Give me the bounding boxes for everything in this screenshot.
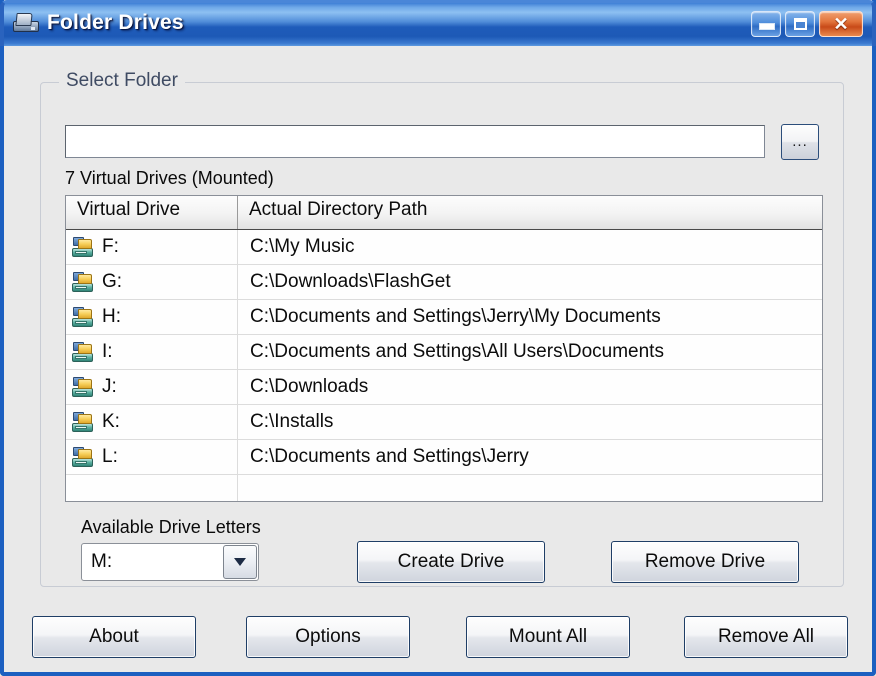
about-button[interactable]: About bbox=[32, 616, 196, 658]
options-button[interactable]: Options bbox=[246, 616, 410, 658]
virtual-drive-count-label: 7 Virtual Drives (Mounted) bbox=[65, 168, 274, 188]
create-drive-button[interactable]: Create Drive bbox=[357, 541, 545, 583]
browse-folder-button[interactable]: ... bbox=[781, 124, 819, 160]
virtual-drives-list[interactable]: Virtual Drive Actual Directory Path F: C:… bbox=[65, 195, 823, 502]
drive-letter-text: I: bbox=[102, 341, 113, 362]
folder-drive-icon bbox=[72, 236, 94, 258]
drive-letter-text: G: bbox=[102, 271, 123, 292]
available-drive-letters-label: Available Drive Letters bbox=[81, 517, 261, 537]
title-bar[interactable]: Folder Drives ✕ bbox=[0, 0, 876, 46]
chevron-down-icon[interactable] bbox=[223, 545, 257, 579]
cell-actual-path: C:\Downloads\FlashGet bbox=[250, 271, 451, 292]
close-icon: ✕ bbox=[833, 14, 849, 34]
mount-all-button[interactable]: Mount All bbox=[466, 616, 630, 658]
folder-drives-window: Folder Drives ✕ Select Folder ... 7 Virt… bbox=[0, 0, 876, 676]
maximize-icon bbox=[794, 18, 807, 30]
cell-virtual-drive: F: bbox=[66, 230, 238, 264]
window-controls: ✕ bbox=[751, 11, 863, 37]
minimize-button[interactable] bbox=[751, 11, 781, 37]
folder-drive-icon bbox=[72, 446, 94, 468]
cell-virtual-drive: K: bbox=[66, 405, 238, 439]
folder-drive-icon bbox=[72, 411, 94, 433]
cell-actual-path: C:\My Music bbox=[250, 236, 355, 257]
column-header-virtual-drive[interactable]: Virtual Drive bbox=[66, 196, 238, 229]
list-body: F: C:\My Music G: C:\Downloads\FlashGet H: C:… bbox=[66, 230, 822, 501]
client-area: Select Folder ... 7 Virtual Drives (Moun… bbox=[4, 46, 872, 672]
folder-drive-icon bbox=[72, 271, 94, 293]
cell-virtual-drive: L: bbox=[66, 440, 238, 474]
select-folder-group: Select Folder ... 7 Virtual Drives (Moun… bbox=[40, 70, 844, 587]
cell-virtual-drive: I: bbox=[66, 335, 238, 369]
table-row[interactable]: K: C:\Installs bbox=[66, 405, 822, 440]
maximize-button[interactable] bbox=[785, 11, 815, 37]
table-row[interactable]: H: C:\Documents and Settings\Jerry\My Doc… bbox=[66, 300, 822, 335]
drive-letter-text: J: bbox=[102, 376, 117, 397]
title-bar-left: Folder Drives bbox=[12, 3, 184, 43]
select-folder-label: Select Folder bbox=[59, 70, 185, 92]
cell-virtual-drive: J: bbox=[66, 370, 238, 404]
folder-drive-icon bbox=[12, 12, 39, 34]
close-button[interactable]: ✕ bbox=[819, 11, 863, 37]
column-header-actual-path[interactable]: Actual Directory Path bbox=[238, 196, 822, 229]
cell-virtual-drive: H: bbox=[66, 300, 238, 334]
drive-letter-text: K: bbox=[102, 411, 120, 432]
table-row[interactable]: F: C:\My Music bbox=[66, 230, 822, 265]
folder-drive-icon bbox=[72, 341, 94, 363]
list-header-row: Virtual Drive Actual Directory Path bbox=[66, 196, 822, 230]
cell-actual-path: C:\Documents and Settings\All Users\Docu… bbox=[250, 341, 664, 362]
drive-letter-select[interactable]: M: bbox=[81, 543, 259, 581]
cell-actual-path: C:\Documents and Settings\Jerry\My Docum… bbox=[250, 306, 661, 327]
table-row[interactable]: L: C:\Documents and Settings\Jerry bbox=[66, 440, 822, 475]
cell-actual-path: C:\Installs bbox=[250, 411, 334, 432]
cell-actual-path: C:\Documents and Settings\Jerry bbox=[250, 446, 529, 467]
table-row[interactable]: J: C:\Downloads bbox=[66, 370, 822, 405]
folder-path-input[interactable] bbox=[65, 125, 765, 158]
remove-drive-button[interactable]: Remove Drive bbox=[611, 541, 799, 583]
table-row[interactable]: G: C:\Downloads\FlashGet bbox=[66, 265, 822, 300]
cell-actual-path: C:\Downloads bbox=[250, 376, 369, 397]
drive-letter-text: H: bbox=[102, 306, 121, 327]
drive-letter-text: F: bbox=[102, 236, 119, 257]
folder-drive-icon bbox=[72, 376, 94, 398]
drive-letter-text: L: bbox=[102, 446, 118, 467]
minimize-icon bbox=[759, 23, 775, 30]
folder-drive-icon bbox=[72, 306, 94, 328]
remove-all-button[interactable]: Remove All bbox=[684, 616, 848, 658]
drive-letter-value: M: bbox=[91, 551, 113, 572]
cell-virtual-drive: G: bbox=[66, 265, 238, 299]
table-row[interactable]: I: C:\Documents and Settings\All Users\Do… bbox=[66, 335, 822, 370]
table-row-empty bbox=[66, 475, 822, 501]
window-title: Folder Drives bbox=[47, 11, 184, 34]
